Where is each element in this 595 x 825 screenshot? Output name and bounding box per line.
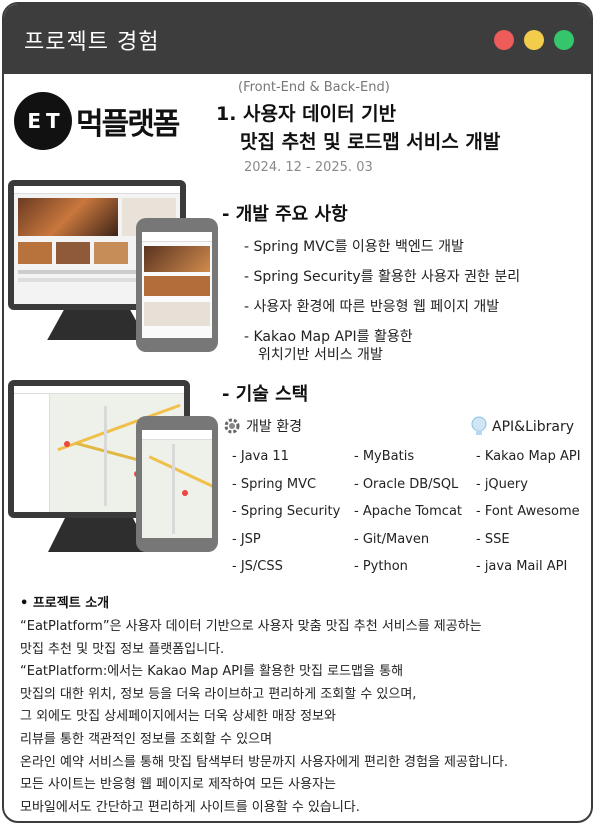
gear-icon <box>224 418 240 434</box>
api-library-text: API&Library <box>492 419 575 435</box>
project-period: 2024. 12 - 2025. 03 <box>244 160 373 175</box>
dev-env-label: 개발 환경 <box>222 416 302 436</box>
tech-item: - Oracle DB/SQL <box>354 476 459 492</box>
tech-column-env: - Java 11 - Spring MVC - Spring Security… <box>232 448 340 586</box>
intro-line: 그 외에도 맛집 상세페이지에서는 더욱 상세한 매장 정보와 <box>20 709 336 725</box>
logo-mark: E T <box>14 92 72 150</box>
list-item: - 사용자 환경에 따른 반응형 웹 페이지 개발 <box>244 298 520 316</box>
dev-section-heading: - 개발 주요 사항 <box>222 204 348 225</box>
tech-item: - jQuery <box>476 476 528 492</box>
tech-column-infra: - MyBatis - Oracle DB/SQL - Apache Tomca… <box>354 448 462 586</box>
tech-item: - Spring MVC <box>232 476 317 492</box>
phone-mockup-website <box>136 218 218 352</box>
dev-item-text: - 사용자 환경에 따른 반응형 웹 페이지 개발 <box>244 299 500 315</box>
tech-item: - java Mail API <box>476 559 568 574</box>
minimize-dot[interactable] <box>524 30 544 50</box>
tech-item: - Spring Security <box>232 504 341 519</box>
tech-column-api: - Kakao Map API - jQuery - Font Awesome … <box>476 448 581 586</box>
tech-section-heading: - 기술 스택 <box>222 384 309 405</box>
tech-item: - SSE <box>476 531 510 547</box>
dev-item-text: - Spring Security를 활용한 사용자 권한 분리 <box>244 269 521 285</box>
api-library-label: API&Library <box>470 416 574 438</box>
project-tag: (Front-End & Back-End) <box>238 80 390 95</box>
intro-heading: • 프로젝트 소개 <box>20 596 110 611</box>
tech-item: - Font Awesome <box>476 504 580 519</box>
list-item: - Kakao Map API를 활용한위치기반 서비스 개발 <box>244 328 520 364</box>
phone-mockup-map <box>136 416 218 552</box>
tech-item: - Java 11 <box>232 449 289 464</box>
dev-env-text: 개발 환경 <box>246 419 302 435</box>
tech-item: - Git/Maven <box>354 531 430 547</box>
maximize-dot[interactable] <box>554 30 574 50</box>
list-item: - Spring Security를 활용한 사용자 권한 분리 <box>244 268 520 286</box>
close-dot[interactable] <box>494 30 514 50</box>
project-title-line2: 맛집 추천 및 로드맵 서비스 개발 <box>240 131 501 153</box>
dev-item-text: - Kakao Map API를 활용한 <box>244 329 413 345</box>
tech-item: - Apache Tomcat <box>354 504 463 519</box>
tech-item: - JS/CSS <box>232 559 283 574</box>
dev-item-text-cont: 위치기반 서비스 개발 <box>258 347 383 363</box>
intro-line: 모바일에서도 간단하고 편리하게 사이트를 이용할 수 있습니다. <box>20 799 360 815</box>
dev-item-text: - Spring MVC를 이용한 백엔드 개발 <box>244 239 464 255</box>
logo-text: 먹플랫폼 <box>76 107 180 142</box>
eatplatform-logo: E T 먹플랫폼 <box>14 92 180 150</box>
tech-item: - Kakao Map API <box>476 449 581 464</box>
mobile-map-screenshot <box>142 430 212 538</box>
tech-item: - Python <box>354 559 408 574</box>
lightbulb-icon <box>471 416 487 435</box>
intro-line: “EatPlatform:에서는 Kakao Map API를 활용한 맛집 로… <box>20 664 404 680</box>
intro-line: 온라인 예약 서비스를 통해 맛집 탐색부터 방문까지 사용자에게 편리한 경험… <box>20 754 508 770</box>
window-title: 프로젝트 경험 <box>24 30 160 55</box>
tech-item: - MyBatis <box>354 449 415 464</box>
intro-paragraph: “EatPlatform”은 사용자 데이터 기반으로 사용자 맞춤 맛집 추천… <box>20 616 585 819</box>
intro-line: 맛집 추천 및 맛집 정보 플랫폼입니다. <box>20 641 225 657</box>
list-item: - Spring MVC를 이용한 백엔드 개발 <box>244 238 520 256</box>
tech-item: - JSP <box>232 531 261 547</box>
intro-line: “EatPlatform”은 사용자 데이터 기반으로 사용자 맞춤 맛집 추천… <box>20 619 482 634</box>
mobile-website-screenshot <box>142 232 212 338</box>
project-card-window: 프로젝트 경험 E T 먹플랫폼 (Front-End & Back-End) … <box>2 2 593 823</box>
project-title-line1: 1. 사용자 데이터 기반 <box>216 103 397 125</box>
title-bar: 프로젝트 경험 <box>4 4 591 74</box>
intro-line: 맛집의 대한 위치, 정보 등을 더욱 라이브하고 편리하게 조회할 수 있으며… <box>20 686 417 702</box>
dev-highlights-list: - Spring MVC를 이용한 백엔드 개발 - Spring Securi… <box>244 238 520 376</box>
project-title: 1. 사용자 데이터 기반 맛집 추천 및 로드맵 서비스 개발 <box>216 100 500 156</box>
intro-line: 리뷰를 통한 객관적인 정보를 조회할 수 있으며 <box>20 731 273 747</box>
intro-line: 모든 사이트는 반응형 웹 페이지로 제작하여 모든 사용자는 <box>20 777 336 793</box>
